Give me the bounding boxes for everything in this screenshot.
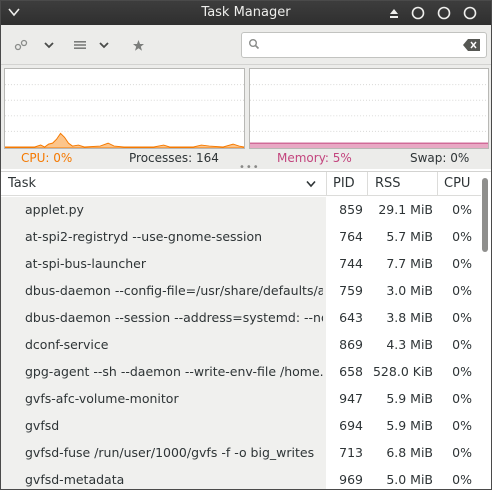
task-cpu: 0%: [452, 472, 472, 487]
process-table: Task PID RSS CPU applet.py 859 29.1 MiB …: [1, 171, 491, 489]
task-manager-window: Task Manager CPU: 0% Processes: 164 Memo…: [0, 0, 492, 490]
table-row[interactable]: gpg-agent --sh --daemon --write-env-file…: [1, 359, 481, 386]
column-separator[interactable]: [367, 172, 368, 196]
settings-icon[interactable]: [12, 36, 30, 54]
task-name: gvfs-afc-volume-monitor: [25, 391, 179, 406]
memory-usage-label: Memory: 5%: [277, 151, 352, 165]
table-row[interactable]: gvfsd-metadata 969 5.0 MiB 0%: [1, 467, 481, 489]
search-input[interactable]: [264, 36, 454, 54]
task-name: gvfsd: [25, 418, 60, 433]
table-rows: applet.py 859 29.1 MiB 0% at-spi2-regist…: [1, 197, 481, 489]
star-icon[interactable]: [129, 36, 147, 54]
task-pid: 694: [339, 418, 363, 433]
task-rss: 29.1 MiB: [378, 202, 433, 217]
task-rss: 5.0 MiB: [386, 472, 433, 487]
column-header-rss[interactable]: RSS: [375, 176, 401, 191]
task-cpu: 0%: [452, 202, 472, 217]
cpu-graph: [4, 68, 245, 149]
table-row[interactable]: dbus-daemon --config-file=/usr/share/def…: [1, 278, 481, 305]
task-pid: 759: [339, 283, 363, 298]
task-cpu: 0%: [452, 229, 472, 244]
task-rss: 4.3 MiB: [386, 337, 433, 352]
task-cpu: 0%: [452, 283, 472, 298]
task-cpu: 0%: [452, 391, 472, 406]
table-row[interactable]: at-spi2-registryd --use-gnome-session 76…: [1, 224, 481, 251]
minimize-button-icon[interactable]: [411, 6, 425, 20]
column-separator[interactable]: [326, 172, 327, 196]
clear-search-icon[interactable]: [463, 39, 481, 51]
toolbar: [1, 25, 491, 65]
settings-dropdown-chevron-icon[interactable]: [40, 36, 58, 54]
table-row[interactable]: gvfs-afc-volume-monitor 947 5.9 MiB 0%: [1, 386, 481, 413]
task-rss: 528.0 KiB: [372, 364, 433, 379]
task-rss: 3.0 MiB: [386, 283, 433, 298]
title-bar: Task Manager: [1, 1, 491, 25]
task-cpu: 0%: [452, 310, 472, 325]
task-cpu: 0%: [452, 418, 472, 433]
task-pid: 744: [339, 256, 363, 271]
column-header-task[interactable]: Task: [8, 176, 36, 191]
table-row[interactable]: applet.py 859 29.1 MiB 0%: [1, 197, 481, 224]
task-pid: 869: [339, 337, 363, 352]
task-name: applet.py: [25, 202, 84, 217]
search-icon: [249, 39, 260, 50]
sort-chevron-down-icon[interactable]: [306, 180, 316, 188]
table-header: Task PID RSS CPU: [1, 172, 481, 196]
task-rss: 5.7 MiB: [386, 229, 433, 244]
table-scrollbar[interactable]: [482, 178, 488, 252]
task-pid: 859: [339, 202, 363, 217]
column-header-cpu[interactable]: CPU: [444, 176, 470, 191]
task-name: at-spi-bus-launcher: [25, 256, 146, 271]
task-cpu: 0%: [452, 256, 472, 271]
search-field[interactable]: [241, 32, 487, 58]
close-button-icon[interactable]: [463, 6, 477, 20]
task-pid: 947: [339, 391, 363, 406]
task-pid: 658: [339, 364, 363, 379]
task-cpu: 0%: [452, 445, 472, 460]
table-row[interactable]: gvfsd 694 5.9 MiB 0%: [1, 413, 481, 440]
view-list-icon[interactable]: [71, 36, 89, 54]
task-rss: 6.8 MiB: [386, 445, 433, 460]
task-name: gvfsd-fuse /run/user/1000/gvfs -f -o big…: [25, 445, 315, 460]
shade-icon[interactable]: [387, 6, 401, 20]
task-pid: 764: [339, 229, 363, 244]
task-name: dbus-daemon --session --address=systemd:…: [25, 310, 323, 325]
table-row[interactable]: dconf-service 869 4.3 MiB 0%: [1, 332, 481, 359]
task-rss: 5.9 MiB: [386, 391, 433, 406]
task-rss: 3.8 MiB: [386, 310, 433, 325]
table-row[interactable]: at-spi-bus-launcher 744 7.7 MiB 0%: [1, 251, 481, 278]
task-pid: 643: [339, 310, 363, 325]
memory-graph: [249, 68, 489, 149]
view-dropdown-chevron-icon[interactable]: [95, 36, 113, 54]
swap-usage-label: Swap: 0%: [410, 151, 470, 165]
maximize-button-icon[interactable]: [437, 6, 451, 20]
table-row[interactable]: gvfsd-fuse /run/user/1000/gvfs -f -o big…: [1, 440, 481, 467]
task-cpu: 0%: [452, 364, 472, 379]
task-name: gpg-agent --sh --daemon --write-env-file…: [25, 364, 323, 379]
column-separator[interactable]: [437, 172, 438, 196]
monitor-graphs: CPU: 0% Processes: 164 Memory: 5% Swap: …: [1, 65, 491, 173]
table-row[interactable]: dbus-daemon --session --address=systemd:…: [1, 305, 481, 332]
task-name: dconf-service: [25, 337, 109, 352]
task-rss: 7.7 MiB: [386, 256, 433, 271]
task-pid: 713: [339, 445, 363, 460]
task-name: dbus-daemon --config-file=/usr/share/def…: [25, 283, 323, 298]
column-header-pid[interactable]: PID: [333, 176, 355, 191]
cpu-usage-label: CPU: 0%: [21, 151, 73, 165]
task-rss: 5.9 MiB: [386, 418, 433, 433]
task-name: gvfsd-metadata: [25, 472, 125, 487]
task-cpu: 0%: [452, 337, 472, 352]
processes-count-label: Processes: 164: [129, 151, 219, 165]
task-pid: 969: [339, 472, 363, 487]
task-name: at-spi2-registryd --use-gnome-session: [25, 229, 263, 244]
